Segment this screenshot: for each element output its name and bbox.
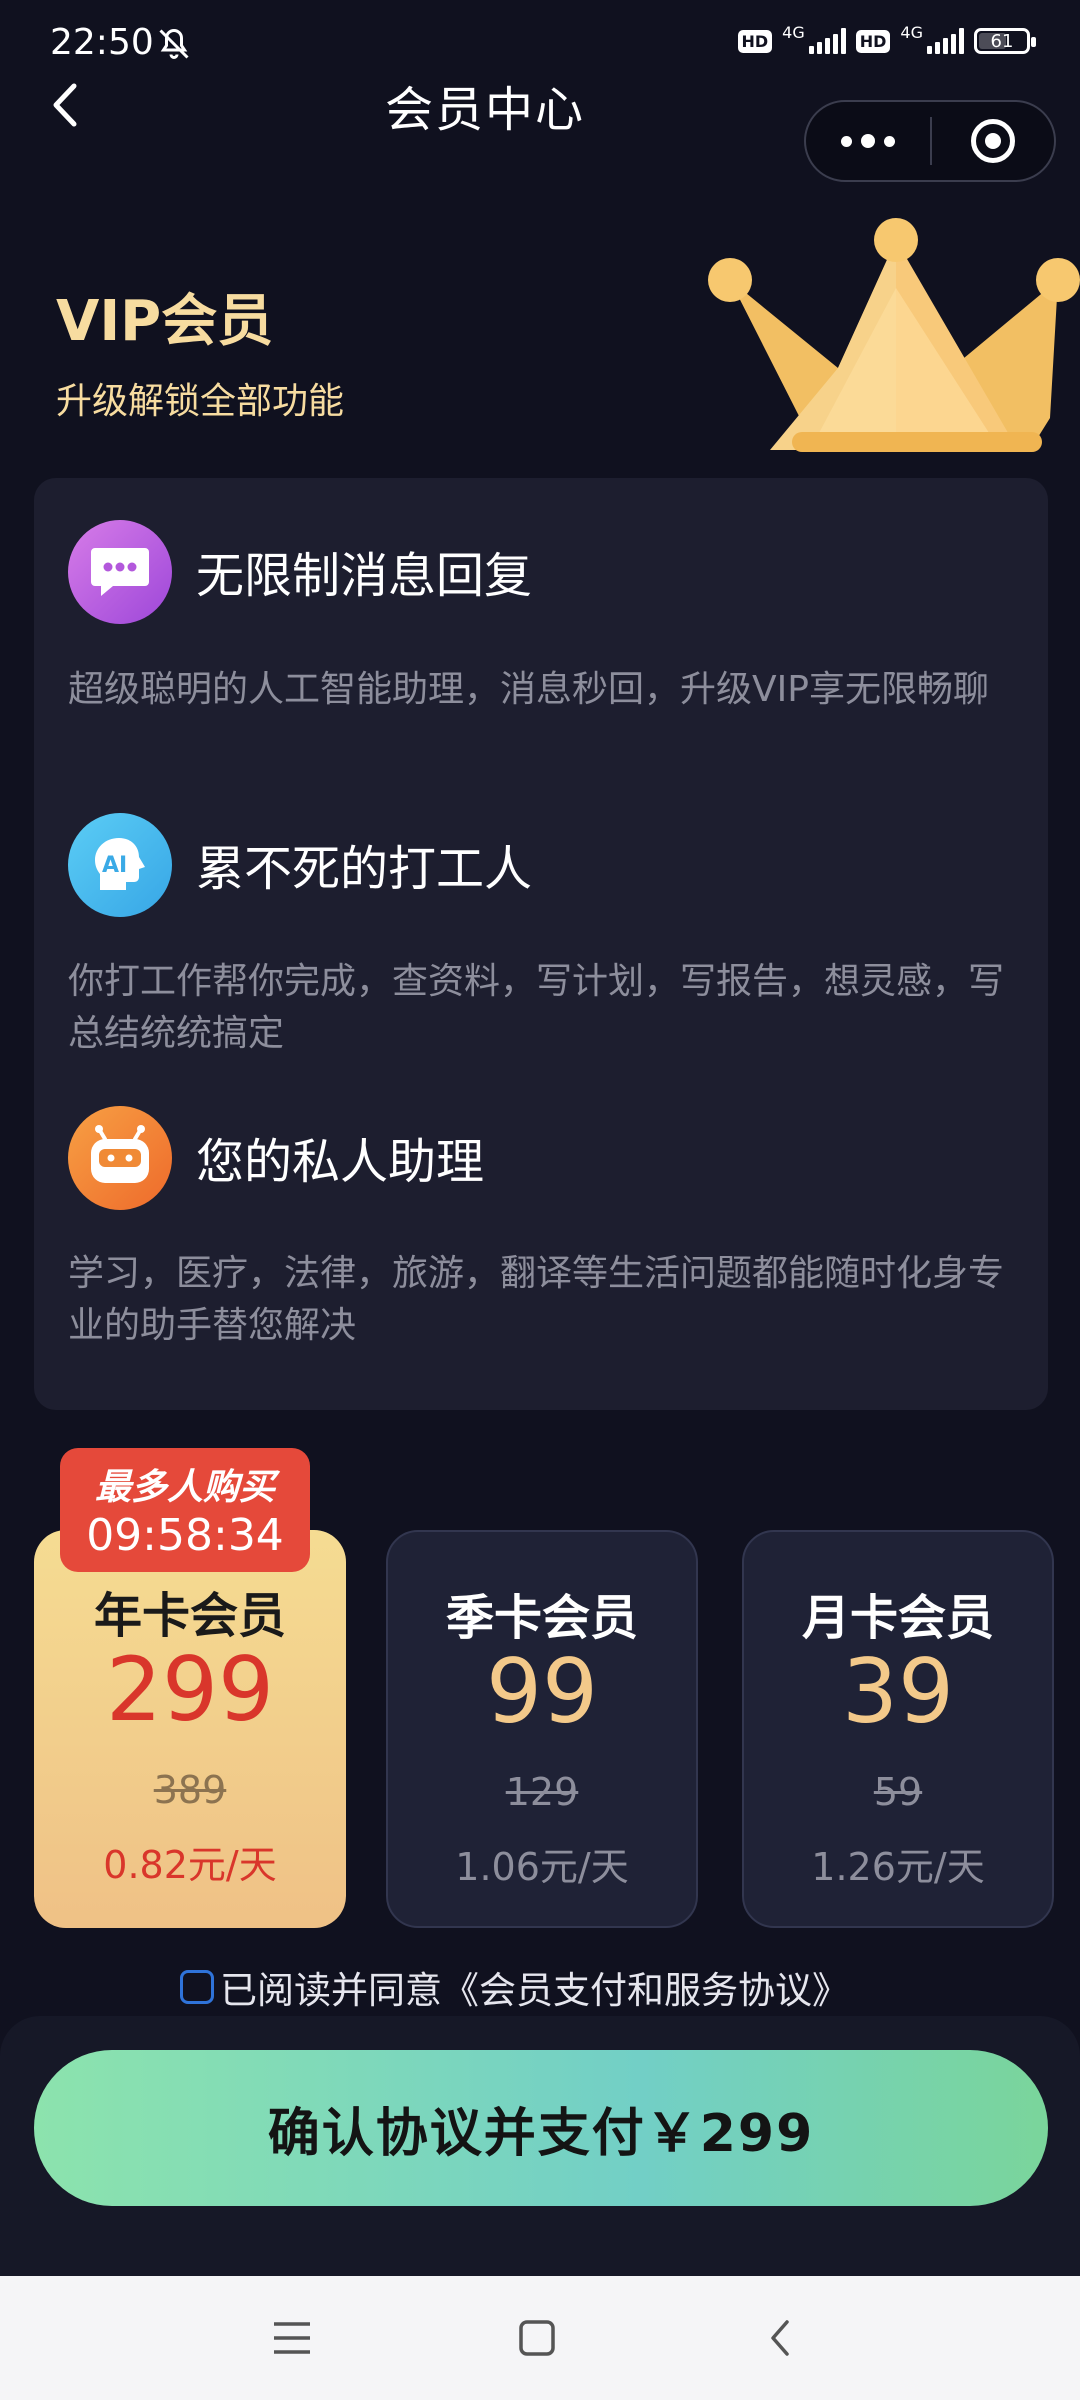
battery-percent: 61 (990, 30, 1014, 52)
plan-original-price: 59 (873, 1770, 923, 1814)
back-triangle-icon (771, 2320, 789, 2356)
feature-description: 学习，医疗，法律，旅游，翻译等生活问题都能随时化身专业的助手替您解决 (68, 1253, 1005, 1346)
plan-price: 299 (106, 1638, 274, 1741)
message-icon (68, 520, 172, 624)
network-type: 4G (782, 22, 805, 42)
feature-description: 你打工作帮你完成，查资料，写计划，写报告，想灵感，写总结统统搞定 (68, 961, 1005, 1054)
plan-card-monthly[interactable]: 月卡会员 39 59 1.26元/天 (742, 1530, 1054, 1928)
signal-icon (808, 28, 846, 54)
signal-icon (927, 28, 964, 54)
plan-name: 季卡会员 (445, 1590, 638, 1646)
more-dots-icon (841, 135, 852, 147)
more-dots-icon (861, 134, 875, 148)
plan-daily-price: 0.82元/天 (103, 1843, 277, 1887)
system-nav-bar (0, 2276, 1080, 2400)
feature-description: 超级聪明的人工智能助理，消息秒回，升级VIP享无限畅聊 (68, 669, 989, 710)
system-back-button[interactable] (740, 2306, 820, 2370)
battery-icon: 61 (974, 28, 1036, 54)
vip-title: VIP会员 (56, 289, 274, 354)
robot-icon (68, 1106, 172, 1210)
network-type: 4G (900, 22, 923, 42)
close-miniprogram-button[interactable] (932, 102, 1054, 180)
more-button[interactable] (806, 102, 930, 180)
feature-title: 您的私人助理 (196, 1134, 485, 1190)
ai-head-icon: AI (68, 813, 172, 917)
promo-label: 最多人购买 (94, 1467, 275, 1508)
agreement-link[interactable]: 已阅读并同意《会员支付和服务协议》 (220, 1960, 849, 2014)
plan-card-quarterly[interactable]: 季卡会员 99 129 1.06元/天 (386, 1530, 698, 1928)
plan-daily-price: 1.26元/天 (811, 1845, 985, 1889)
feature-title: 无限制消息回复 (196, 548, 533, 604)
miniprogram-capsule (804, 100, 1056, 182)
bell-off-icon (159, 28, 189, 59)
feature-title: 累不死的打工人 (196, 841, 533, 897)
promo-countdown: 09:58:34 (86, 1510, 284, 1561)
plan-original-price: 129 (505, 1770, 579, 1814)
plan-card-yearly[interactable]: 年卡会员 299 389 0.82元/天 (34, 1530, 346, 1928)
ai-icon-text: AI (102, 853, 127, 878)
home-button[interactable] (497, 2306, 577, 2370)
vip-subtitle: 升级解锁全部功能 (56, 381, 345, 422)
status-time: 22:50 (50, 22, 154, 63)
pay-button-label: 确认协议并支付￥299 (267, 2103, 815, 2164)
agreement-checkbox[interactable] (180, 1970, 214, 2004)
hd-badge: HD (737, 29, 773, 53)
plan-original-price: 389 (153, 1768, 227, 1812)
status-indicators: HD 4G HD 4G 61 (737, 23, 1036, 54)
home-square-icon (519, 2320, 555, 2356)
target-icon (971, 119, 1015, 163)
plan-daily-price: 1.06元/天 (455, 1845, 629, 1889)
crown-icon (708, 218, 1080, 452)
plan-price: 39 (842, 1640, 954, 1743)
menu-icon (274, 2322, 310, 2354)
more-dots-icon (884, 135, 895, 147)
agreement-row: 已阅读并同意《会员支付和服务协议》 (180, 1960, 849, 2014)
plan-name: 年卡会员 (93, 1588, 286, 1644)
pay-button[interactable]: 确认协议并支付￥299 (34, 2050, 1048, 2206)
plan-name: 月卡会员 (801, 1590, 994, 1646)
promo-badge: 最多人购买 09:58:34 (60, 1448, 310, 1572)
menu-button[interactable] (252, 2306, 332, 2370)
plan-price: 99 (486, 1640, 598, 1743)
features-card: 无限制消息回复 超级聪明的人工智能助理，消息秒回，升级VIP享无限畅聊 AI 累… (34, 478, 1048, 1410)
hd-badge: HD (855, 29, 891, 53)
